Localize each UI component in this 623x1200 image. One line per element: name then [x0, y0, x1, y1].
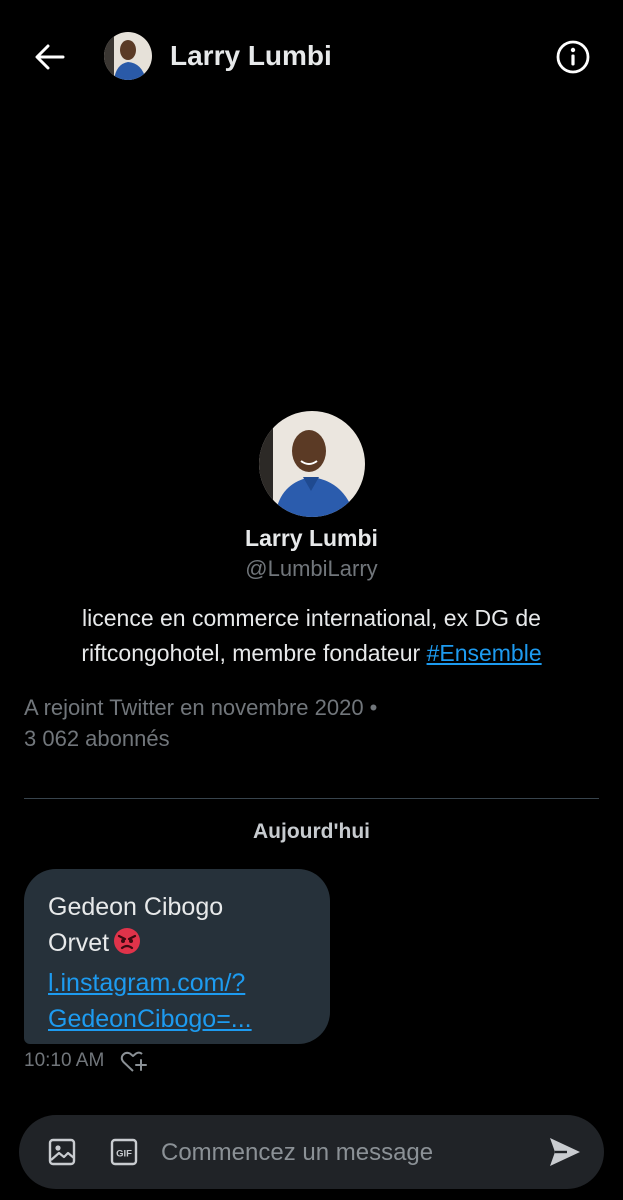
message-input[interactable]: [159, 1129, 533, 1177]
date-separator: Aujourd'hui: [253, 820, 370, 843]
back-button[interactable]: [30, 38, 70, 76]
message-bubble[interactable]: Gedeon Cibogo Orvet l.instagram.com/? Ge…: [24, 869, 330, 1044]
header-avatar[interactable]: [104, 32, 152, 80]
message-timestamp: 10:10 AM: [24, 1050, 105, 1071]
add-gif-button[interactable]: GIF: [109, 1137, 139, 1167]
profile-avatar[interactable]: [259, 411, 365, 517]
arrow-left-icon: [35, 44, 65, 70]
message-text-line: Orvet: [48, 925, 306, 965]
bio-hashtag-link[interactable]: #Ensemble: [427, 640, 542, 666]
avatar-image: [259, 411, 365, 517]
message-text-line: Gedeon Cibogo: [48, 893, 224, 921]
profile-meta: A rejoint Twitter en novembre 2020 • 3 0…: [24, 692, 584, 754]
profile-bio: licence en commerce international, ex DG…: [30, 601, 593, 671]
add-media-button[interactable]: [47, 1137, 77, 1167]
heart-plus-icon: [120, 1051, 147, 1072]
message-link-line[interactable]: GedeonCibogo=...: [48, 1001, 306, 1037]
message-link-line[interactable]: l.instagram.com/?: [48, 965, 306, 1001]
add-reaction-button[interactable]: [120, 1050, 148, 1074]
divider: [24, 798, 599, 799]
image-icon: [48, 1138, 76, 1166]
dm-conversation-screen: Larry Lumbi Larry Lumbi @LumbiLarry lice…: [0, 0, 623, 1200]
send-icon: [550, 1138, 580, 1166]
profile-name[interactable]: Larry Lumbi: [0, 525, 623, 552]
send-button[interactable]: [547, 1134, 583, 1170]
message-word: Orvet: [48, 929, 110, 957]
header-title[interactable]: Larry Lumbi: [170, 40, 332, 72]
joined-date: A rejoint Twitter en novembre 2020 •: [24, 695, 378, 720]
gif-icon: GIF: [110, 1138, 138, 1166]
profile-handle: @LumbiLarry: [245, 556, 378, 581]
svg-text:GIF: GIF: [116, 1149, 132, 1160]
conversation-header: Larry Lumbi: [0, 0, 623, 112]
avatar-image: [104, 32, 152, 80]
info-circle-icon: [556, 40, 590, 74]
conversation-info-button[interactable]: [554, 38, 592, 76]
followers-count: 3 062 abonnés: [24, 726, 170, 751]
angry-face-icon: [113, 927, 141, 965]
message-composer: GIF: [19, 1115, 604, 1189]
